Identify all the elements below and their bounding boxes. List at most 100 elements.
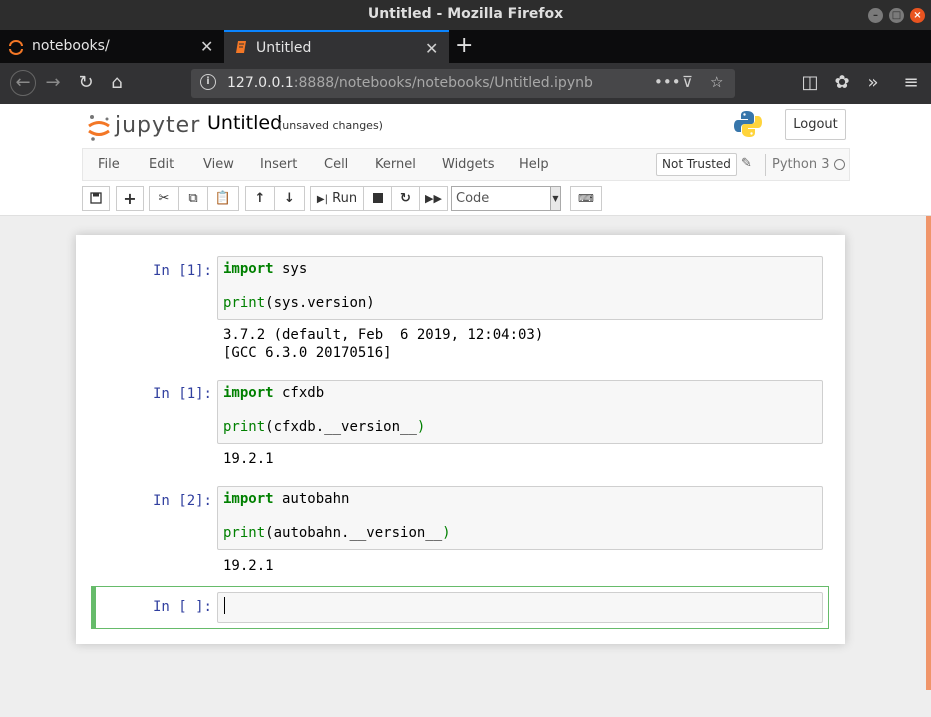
code-builtin: print <box>223 419 266 435</box>
menu-file[interactable]: File <box>98 157 120 172</box>
url-text[interactable]: 127.0.0.1:8888/notebooks/notebooks/Untit… <box>227 75 593 91</box>
run-label: Run <box>332 191 358 206</box>
jupyter-header: jupyter Untitled (unsaved changes) Logou… <box>0 104 931 216</box>
menu-cell[interactable]: Cell <box>324 157 348 172</box>
jupyter-logo[interactable]: jupyter <box>87 111 207 141</box>
kernel-name: Python 3 <box>765 154 829 176</box>
restart-button[interactable]: ↻ <box>391 186 420 211</box>
tab-strip: notebooks/ ✕ Untitled ✕ + <box>0 30 931 63</box>
minimize-button[interactable]: – <box>868 8 883 23</box>
kernel-idle-indicator-icon <box>834 159 845 170</box>
code-text: (cfxdb.__version__ <box>265 419 417 435</box>
cell-prompt: In [2]: <box>152 493 212 509</box>
stop-icon <box>372 193 383 203</box>
move-up-button[interactable]: ↑ <box>245 186 275 211</box>
cell-type-select[interactable]: Code ▼ <box>451 186 561 211</box>
scrollbar[interactable] <box>926 216 931 690</box>
menu-edit[interactable]: Edit <box>149 157 174 172</box>
dropdown-arrow-icon: ▼ <box>550 187 560 210</box>
menu-view[interactable]: View <box>203 157 234 172</box>
save-button[interactable] <box>82 186 110 211</box>
restart-icon: ↻ <box>400 191 411 206</box>
arrow-up-icon: ↑ <box>254 191 266 206</box>
url-path: :8888/notebooks/notebooks/Untitled.ipynb <box>293 75 593 91</box>
menu-kernel[interactable]: Kernel <box>375 157 416 172</box>
info-icon[interactable]: i <box>200 74 216 90</box>
restart-run-all-button[interactable]: ▶▶ <box>419 186 448 211</box>
cut-button[interactable]: ✂ <box>149 186 179 211</box>
keyboard-icon: ⌨ <box>578 192 594 205</box>
python-logo-icon <box>734 111 762 137</box>
plus-icon: + <box>123 189 137 208</box>
overflow-menu-icon[interactable]: » <box>862 72 884 94</box>
back-button[interactable]: ← <box>10 70 36 96</box>
hamburger-menu-icon[interactable]: ≡ <box>900 72 922 94</box>
code-builtin: print <box>223 295 266 311</box>
cell-output: 19.2.1 <box>223 451 274 467</box>
jupyter-favicon-icon <box>9 40 23 55</box>
cell-prompt: In [1]: <box>152 263 212 279</box>
menu-help[interactable]: Help <box>519 157 549 172</box>
save-icon <box>90 192 102 204</box>
command-palette-button[interactable]: ⌨ <box>570 186 602 211</box>
cell-output: 3.7.2 (default, Feb 6 2019, 12:04:03) [G… <box>223 327 544 361</box>
fast-forward-icon: ▶▶ <box>425 192 442 205</box>
url-bar[interactable]: i 127.0.0.1:8888/notebooks/notebooks/Unt… <box>191 69 735 98</box>
cell-type-value: Code <box>456 191 490 206</box>
cell-prompt: In [1]: <box>152 386 212 402</box>
code-cell-input-active[interactable] <box>217 592 823 623</box>
code-text: (sys.version) <box>265 295 375 311</box>
notebook-container: In [1]: import sys print(sys.version) 3.… <box>76 235 845 644</box>
bookmark-star-icon[interactable]: ☆ <box>710 73 723 91</box>
step-forward-icon: ▶| <box>316 194 328 205</box>
copy-icon: ⧉ <box>188 191 198 206</box>
interrupt-button[interactable] <box>363 186 392 211</box>
forward-button[interactable]: → <box>42 72 64 94</box>
tab-label: Untitled <box>256 40 312 56</box>
run-button[interactable]: ▶| Run <box>310 186 364 211</box>
edit-mode-pencil-icon: ✎ <box>741 156 752 171</box>
text-cursor <box>224 597 225 614</box>
home-button[interactable]: ⌂ <box>106 72 128 94</box>
code-cell-input[interactable]: import sys print(sys.version) <box>217 256 823 320</box>
tab-untitled[interactable]: Untitled ✕ <box>224 30 449 63</box>
extension-icon[interactable]: ✿ <box>831 72 853 94</box>
paste-button[interactable]: 📋 <box>207 186 239 211</box>
code-keyword: import <box>223 385 274 401</box>
page-actions-icon[interactable]: ••• <box>654 73 681 91</box>
close-window-button[interactable]: × <box>910 8 925 23</box>
logout-button[interactable]: Logout <box>785 109 846 140</box>
cell-output: 19.2.1 <box>223 558 274 574</box>
code-keyword: import <box>223 261 274 277</box>
maximize-button[interactable]: □ <box>889 8 904 23</box>
menu-widgets[interactable]: Widgets <box>442 157 495 172</box>
copy-button[interactable]: ⧉ <box>178 186 208 211</box>
code-text: autobahn <box>273 491 350 507</box>
autosave-status: (unsaved changes) <box>278 119 383 132</box>
tab-notebooks[interactable]: notebooks/ ✕ <box>0 30 224 63</box>
code-cell-input[interactable]: import autobahn print(autobahn.__version… <box>217 486 823 550</box>
tab-label: notebooks/ <box>32 38 110 54</box>
code-text: cfxdb <box>273 385 325 401</box>
navigation-bar: ← → ↻ ⌂ i 127.0.0.1:8888/notebooks/noteb… <box>0 63 931 104</box>
close-tab-icon[interactable]: ✕ <box>200 37 213 56</box>
pocket-icon[interactable]: ⊽ <box>682 73 693 91</box>
close-tab-icon[interactable]: ✕ <box>425 39 438 58</box>
cell-prompt: In [ ]: <box>152 599 212 615</box>
code-cell-input[interactable]: import cfxdb print(cfxdb.__version__) <box>217 380 823 444</box>
window-title: Untitled - Mozilla Firefox <box>367 6 564 22</box>
sidebar-icon[interactable]: ◫ <box>799 72 821 94</box>
insert-cell-button[interactable]: + <box>116 186 144 211</box>
new-tab-button[interactable]: + <box>455 33 473 58</box>
paste-icon: 📋 <box>214 191 232 206</box>
reload-button[interactable]: ↻ <box>75 72 97 94</box>
code-builtin: print <box>223 525 266 541</box>
url-host: 127.0.0.1 <box>227 75 294 91</box>
move-down-button[interactable]: ↓ <box>274 186 305 211</box>
menu-insert[interactable]: Insert <box>260 157 297 172</box>
not-trusted-button[interactable]: Not Trusted <box>656 153 737 176</box>
notebook-name[interactable]: Untitled <box>207 112 282 134</box>
jupyter-logo-text: jupyter <box>115 113 201 138</box>
jupyter-logo-icon <box>88 115 110 141</box>
scissors-icon: ✂ <box>158 191 170 206</box>
